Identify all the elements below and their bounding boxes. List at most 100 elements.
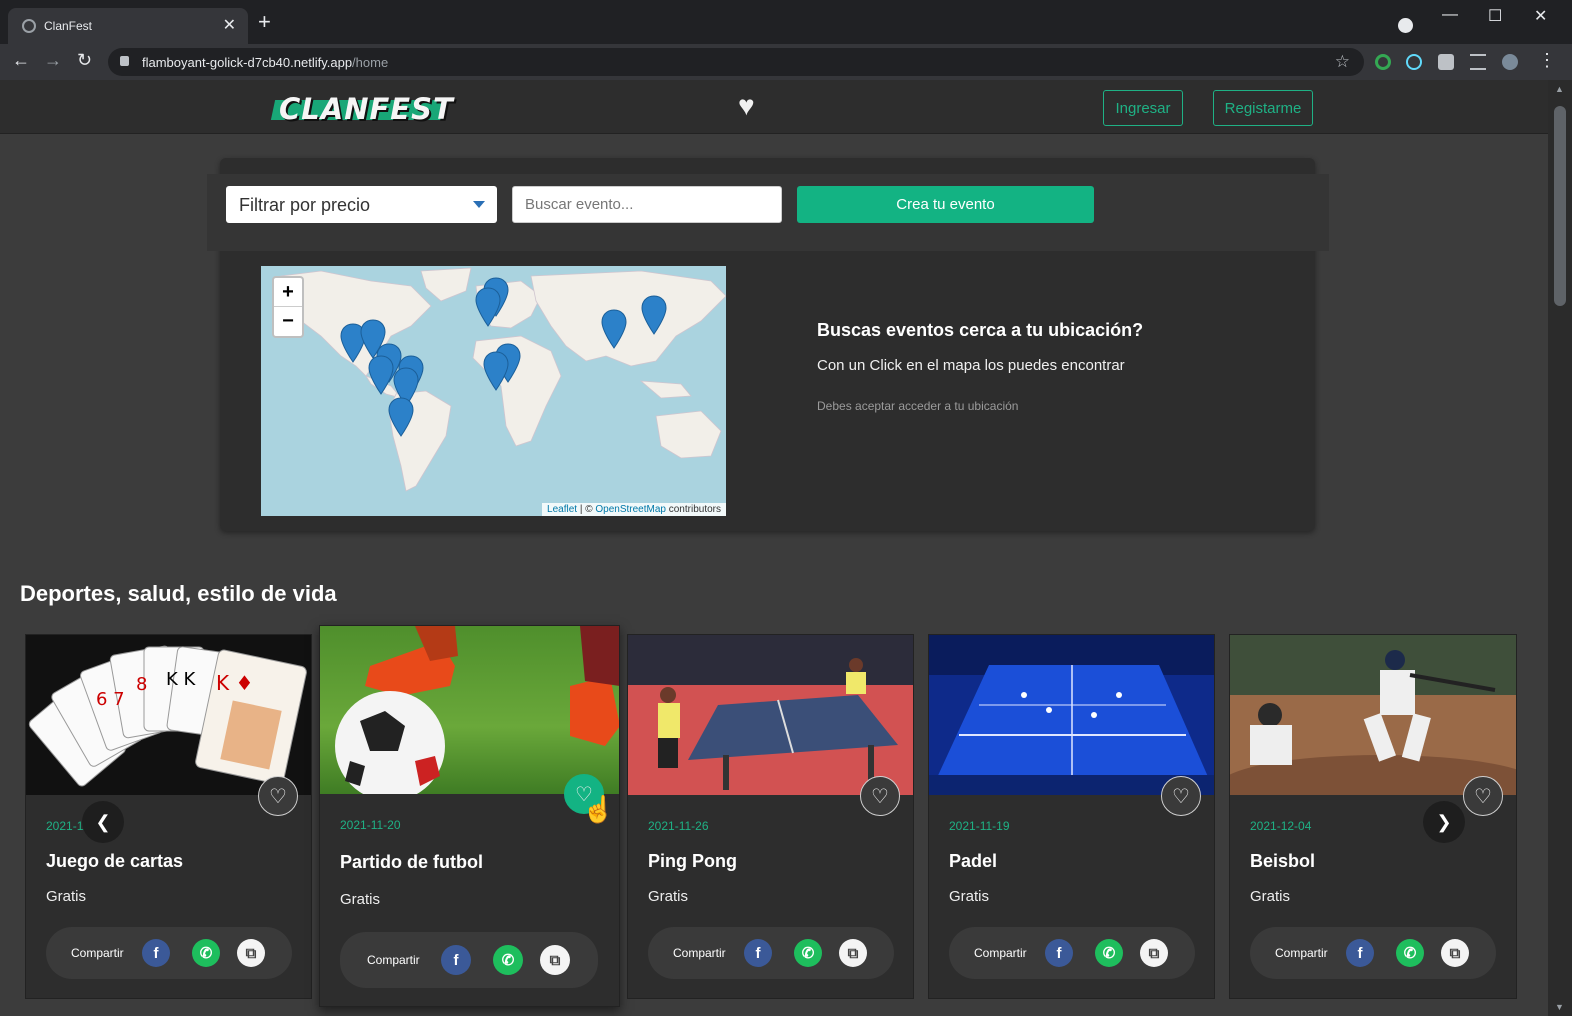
whatsapp-icon[interactable]: ✆ (794, 939, 822, 967)
location-subtitle: Con un Click en el mapa los puedes encon… (817, 357, 1125, 374)
maximize-icon[interactable]: ☐ (1488, 6, 1502, 26)
browser-tabbar: ClanFest ✕ + — ☐ ✕ (0, 0, 1572, 44)
event-image (628, 635, 913, 795)
lock-icon[interactable] (120, 56, 129, 66)
url-text: flamboyant-golick-d7cb40.netlify.app/hom… (142, 55, 389, 70)
event-name: Partido de futbol (340, 852, 483, 872)
whatsapp-icon[interactable]: ✆ (1396, 939, 1424, 967)
event-price: Gratis (46, 888, 87, 905)
facebook-icon[interactable]: f (441, 945, 471, 975)
scroll-thumb[interactable] (1554, 106, 1566, 306)
share-bar: Compartir f ✆ ⧉ (949, 927, 1195, 979)
event-card[interactable]: ♡ 2021-11-19 Padel Gratis Compartir f ✆ … (928, 634, 1215, 999)
svg-text:K ♦: K ♦ (216, 671, 253, 695)
event-price: Gratis (949, 888, 990, 905)
svg-text:K K: K K (166, 669, 197, 690)
browser-tab[interactable]: ClanFest ✕ (8, 8, 248, 44)
favorites-heart-icon[interactable]: ♥ (738, 92, 755, 120)
favorite-heart-icon[interactable]: ♡ (860, 776, 900, 816)
new-tab-icon[interactable]: + (258, 11, 271, 33)
event-image (929, 635, 1214, 795)
event-price: Gratis (1250, 888, 1291, 905)
whatsapp-icon[interactable]: ✆ (192, 939, 220, 967)
map-zoom-control: + − (272, 276, 304, 338)
register-button[interactable]: Registarme (1213, 90, 1313, 126)
reading-list-icon[interactable] (1470, 54, 1486, 70)
copy-icon[interactable]: ⧉ (540, 945, 570, 975)
event-card[interactable]: ♡ 2021-12-04 Beisbol Gratis Compartir f … (1229, 634, 1517, 999)
event-date: 2021-12-04 (1250, 819, 1312, 833)
forward-icon[interactable]: → (44, 50, 62, 71)
event-name: Beisbol (1250, 851, 1316, 871)
favorite-heart-icon[interactable]: ♡ (1161, 776, 1201, 816)
share-bar: Compartir f ✆ ⧉ (46, 927, 292, 979)
event-name: Ping Pong (648, 851, 737, 871)
price-filter-select[interactable]: Filtrar por precio (226, 186, 497, 223)
search-input[interactable]: Buscar evento... (512, 186, 782, 223)
chevron-right-icon: ❯ (1436, 811, 1452, 832)
facebook-icon[interactable]: f (744, 939, 772, 967)
category-title: Deportes, salud, estilo de vida (20, 581, 337, 606)
location-title: Buscas eventos cerca a tu ubicación? (817, 320, 1144, 340)
site-header: CLANFEST ♥ Ingresar Registarme (0, 80, 1548, 134)
chevron-down-icon (473, 201, 485, 208)
clanfest-logo[interactable]: CLANFEST (270, 88, 453, 130)
copy-icon[interactable]: ⧉ (1441, 939, 1469, 967)
menu-icon[interactable]: ⋮ (1538, 50, 1556, 71)
puzzle-icon[interactable] (1438, 54, 1454, 70)
avatar[interactable] (1502, 54, 1518, 70)
zoom-out-button[interactable]: − (274, 307, 302, 336)
close-tab-icon[interactable]: ✕ (223, 15, 236, 35)
page-scrollbar[interactable]: ▲ ▼ (1548, 80, 1572, 1016)
facebook-icon[interactable]: f (1045, 939, 1073, 967)
page: CLANFEST ♥ Ingresar Registarme Filtrar p… (0, 80, 1548, 1016)
scroll-down-icon[interactable]: ▼ (1555, 1002, 1564, 1012)
favorite-heart-icon[interactable]: ♡ (258, 776, 298, 816)
react-devtools-icon[interactable] (1406, 54, 1422, 70)
scroll-up-icon[interactable]: ▲ (1555, 84, 1564, 94)
osm-link[interactable]: OpenStreetMap (595, 504, 666, 515)
world-map-tiles (280, 267, 726, 492)
event-name: Juego de cartas (46, 851, 184, 871)
tab-title: ClanFest (44, 19, 93, 33)
create-event-button[interactable]: Crea tu evento (797, 186, 1094, 223)
copy-icon[interactable]: ⧉ (1140, 939, 1168, 967)
reload-icon[interactable]: ↻ (77, 50, 92, 71)
event-card[interactable]: ♡ ☝ 2021-11-20 Partido de futbol Gratis … (319, 625, 620, 1007)
carousel-prev-button[interactable]: ❮ (82, 801, 124, 843)
carousel-next-button[interactable]: ❯ (1423, 801, 1465, 843)
bookmark-star-icon[interactable]: ☆ (1335, 52, 1350, 72)
chevron-left-icon: ❮ (95, 811, 111, 832)
minimize-icon[interactable]: — (1442, 6, 1458, 24)
event-name: Padel (949, 851, 998, 871)
event-image: 6 7 8 K K K ♦ (26, 635, 311, 795)
event-date: 2021-11-26 (648, 819, 709, 833)
address-bar[interactable]: flamboyant-golick-d7cb40.netlify.app/hom… (108, 48, 1364, 76)
whatsapp-icon[interactable]: ✆ (493, 945, 523, 975)
event-date: 2021-11-19 (949, 819, 1010, 833)
hand-cursor-icon: ☝ (582, 794, 615, 824)
facebook-icon[interactable]: f (1346, 939, 1374, 967)
tab-search-icon[interactable] (1398, 18, 1413, 33)
share-label: Compartir (974, 946, 1027, 960)
event-date: 2021-11-20 (340, 818, 401, 832)
leaflet-link[interactable]: Leaflet (547, 504, 577, 515)
events-map[interactable]: + − Leaflet | © OpenStreetMap contributo… (261, 266, 726, 516)
facebook-icon[interactable]: f (142, 939, 170, 967)
event-card[interactable]: 6 7 8 K K K ♦ ♡ 2021-11-19 Juego de cart… (25, 634, 312, 999)
svg-text:8: 8 (136, 674, 147, 695)
favorite-heart-icon[interactable]: ♡ (1463, 776, 1503, 816)
event-image (320, 626, 619, 794)
event-card[interactable]: ♡ 2021-11-26 Ping Pong Gratis Compartir … (627, 634, 914, 999)
login-button[interactable]: Ingresar (1103, 90, 1183, 126)
browser-toolbar: ← → ↻ flamboyant-golick-d7cb40.netlify.a… (0, 44, 1572, 80)
back-icon[interactable]: ← (12, 50, 30, 71)
extension-icon[interactable] (1375, 54, 1391, 70)
close-window-icon[interactable]: ✕ (1534, 6, 1547, 26)
zoom-in-button[interactable]: + (274, 278, 302, 307)
share-label: Compartir (1275, 946, 1328, 960)
copy-icon[interactable]: ⧉ (237, 939, 265, 967)
copy-icon[interactable]: ⧉ (839, 939, 867, 967)
whatsapp-icon[interactable]: ✆ (1095, 939, 1123, 967)
share-bar: Compartir f ✆ ⧉ (648, 927, 894, 979)
